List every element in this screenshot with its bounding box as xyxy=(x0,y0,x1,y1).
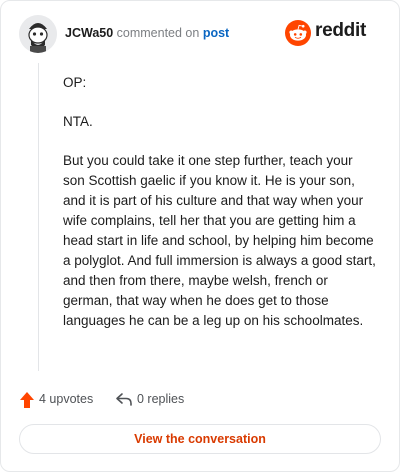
comment-paragraph: But you could take it one step further, … xyxy=(63,153,376,328)
snoo-avatar-icon xyxy=(19,15,57,53)
upvote-count: 4 upvotes xyxy=(39,392,94,406)
reddit-wordmark: reddit xyxy=(315,20,366,41)
comment-meta: JCWa50 commented on post xyxy=(65,26,229,40)
view-conversation-button[interactable]: View the conversation xyxy=(19,424,381,454)
comment-header: JCWa50 commented on post reddit xyxy=(19,15,385,55)
upvote-arrow-icon xyxy=(20,392,34,408)
action-text: commented on xyxy=(116,26,200,40)
comment-paragraph: OP: xyxy=(63,75,87,90)
comment-paragraph: NTA. xyxy=(63,114,93,129)
reddit-logo[interactable]: reddit xyxy=(285,20,385,46)
reply-arrow-icon xyxy=(116,393,132,406)
reddit-snoo-icon xyxy=(285,20,311,46)
post-link[interactable]: post xyxy=(203,26,229,40)
comment-actions: 4 upvotes 0 replies xyxy=(19,389,379,411)
comment-body: OP: NTA. But you could take it one step … xyxy=(63,73,377,350)
username-link[interactable]: JCWa50 xyxy=(65,26,113,40)
reply-count: 0 replies xyxy=(137,392,185,406)
thread-line xyxy=(38,63,39,371)
user-avatar[interactable] xyxy=(19,15,57,53)
upvote-button[interactable]: 4 upvotes xyxy=(19,389,109,411)
comment-card: JCWa50 commented on post reddit OP: NTA.… xyxy=(0,0,400,472)
replies-button[interactable]: 0 replies xyxy=(115,389,215,411)
